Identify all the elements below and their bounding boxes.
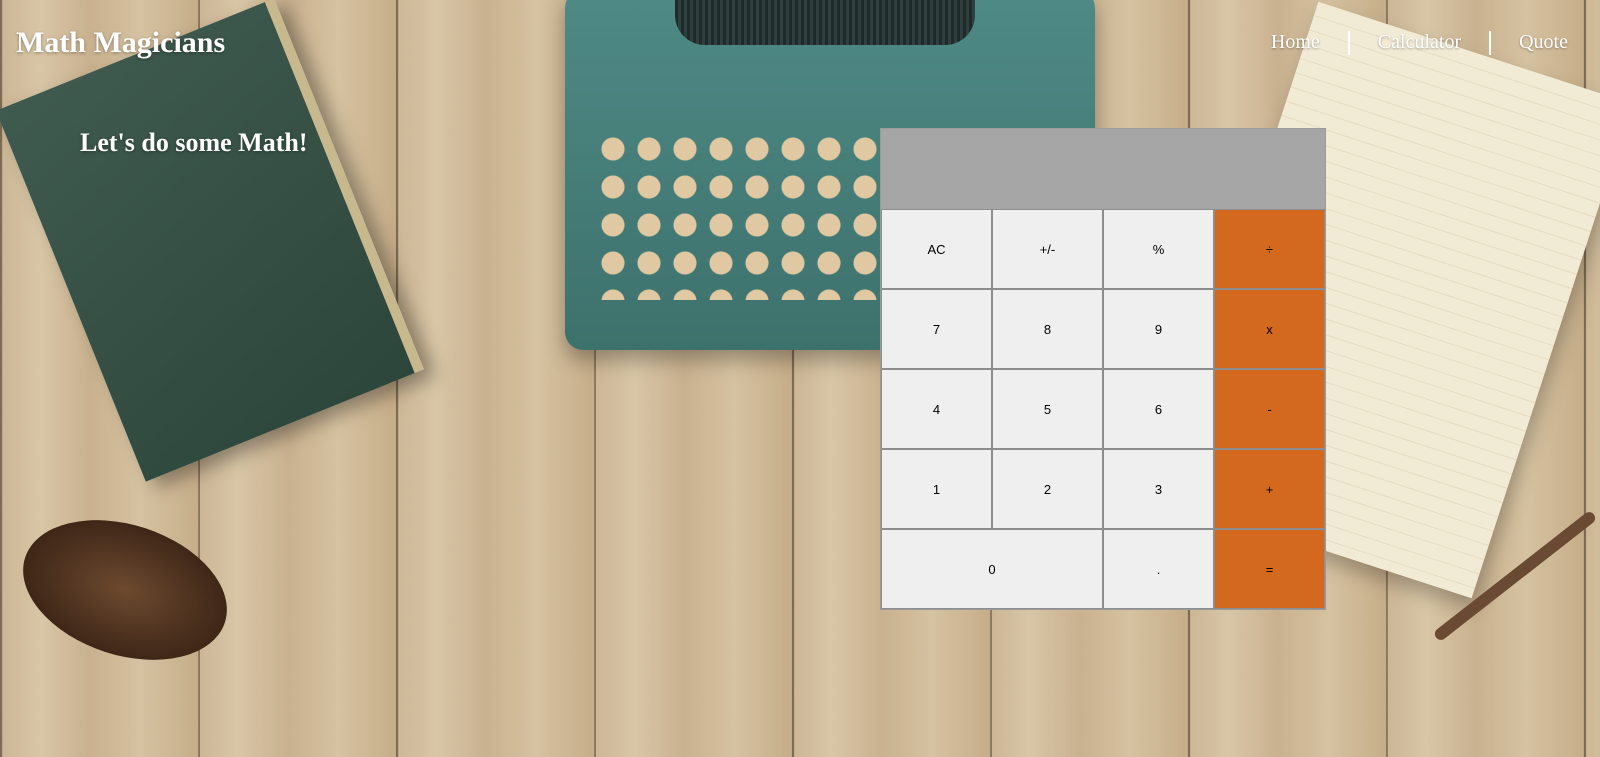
key-4-button[interactable]: 4 <box>881 369 992 449</box>
main-nav: Home Calculator Quote <box>1243 30 1584 55</box>
key-2-button[interactable]: 2 <box>992 449 1103 529</box>
key-multiply-button[interactable]: x <box>1214 289 1325 369</box>
intro-heading: Let's do some Math! <box>80 128 308 157</box>
key-1-button[interactable]: 1 <box>881 449 992 529</box>
background-stick <box>1432 509 1598 643</box>
key-3-button[interactable]: 3 <box>1103 449 1214 529</box>
key-sign-button[interactable]: +/- <box>992 209 1103 289</box>
calculator: AC +/- % ÷ 7 8 9 x 4 5 6 - 1 2 3 + 0 . = <box>880 128 1326 610</box>
nav-calculator-link[interactable]: Calculator <box>1350 31 1489 54</box>
key-percent-button[interactable]: % <box>1103 209 1214 289</box>
background-pinecone <box>5 495 245 685</box>
key-divide-button[interactable]: ÷ <box>1214 209 1325 289</box>
key-equals-button[interactable]: = <box>1214 529 1325 609</box>
key-9-button[interactable]: 9 <box>1103 289 1214 369</box>
key-6-button[interactable]: 6 <box>1103 369 1214 449</box>
key-5-button[interactable]: 5 <box>992 369 1103 449</box>
key-7-button[interactable]: 7 <box>881 289 992 369</box>
key-8-button[interactable]: 8 <box>992 289 1103 369</box>
key-ac-button[interactable]: AC <box>881 209 992 289</box>
key-add-button[interactable]: + <box>1214 449 1325 529</box>
key-decimal-button[interactable]: . <box>1103 529 1214 609</box>
top-header: Math Magicians Home Calculator Quote <box>0 0 1600 85</box>
key-subtract-button[interactable]: - <box>1214 369 1325 449</box>
brand-title: Math Magicians <box>16 25 226 59</box>
key-0-button[interactable]: 0 <box>881 529 1103 609</box>
calculator-display <box>881 129 1325 209</box>
nav-home-link[interactable]: Home <box>1243 31 1348 54</box>
nav-quote-link[interactable]: Quote <box>1491 31 1584 54</box>
